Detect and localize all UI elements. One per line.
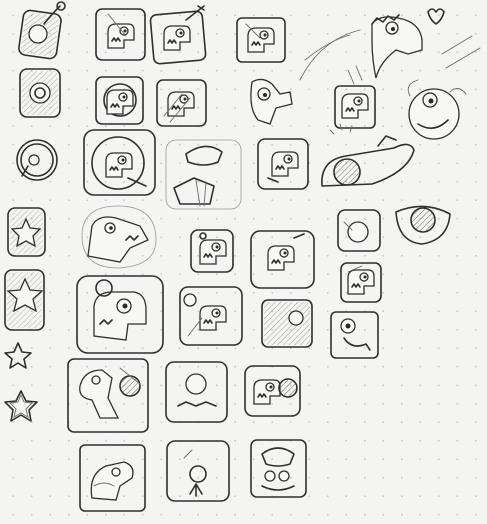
star-icon: [4, 342, 32, 369]
bomb-icon: [395, 205, 451, 245]
bomb-icon: [19, 68, 61, 118]
dino-icon: [250, 78, 293, 125]
dino-icon: [179, 286, 243, 346]
dino-icon: [257, 138, 309, 190]
bomb-icon: [16, 139, 58, 181]
dino-icon: [236, 17, 286, 63]
dino-icon: [250, 439, 307, 498]
dino-icon: [190, 229, 234, 273]
dino-icon: [95, 8, 146, 61]
comet-dino: [299, 8, 481, 81]
dino-icon: [165, 361, 228, 423]
dino-icon: [76, 275, 164, 354]
star-icon: [4, 390, 38, 422]
bomb-icon: [244, 365, 301, 417]
bomb-icon: [18, 1, 66, 60]
sketchbook-page: [0, 0, 487, 524]
bomb-icon: [337, 209, 381, 252]
pencil-sketches: [4, 1, 481, 512]
bomb-icon: [261, 299, 313, 348]
dino-icon: [165, 139, 242, 210]
dino-icon: [79, 444, 146, 512]
dino-icon: [149, 5, 207, 65]
comet-dino: [321, 123, 415, 187]
star-icon: [4, 269, 45, 331]
star-icon: [7, 207, 46, 257]
dino-icon: [250, 230, 315, 289]
dino-icon: [83, 129, 156, 196]
dino-icon: [81, 205, 157, 269]
dino-icon: [330, 311, 379, 359]
dino-icon: [340, 262, 382, 303]
dino-icon: [166, 440, 230, 502]
dino-icon: [95, 76, 144, 125]
dino-icon: [67, 358, 149, 433]
dino-icon: [407, 79, 467, 140]
dino-icon: [334, 65, 376, 129]
dino-icon: [156, 79, 207, 127]
